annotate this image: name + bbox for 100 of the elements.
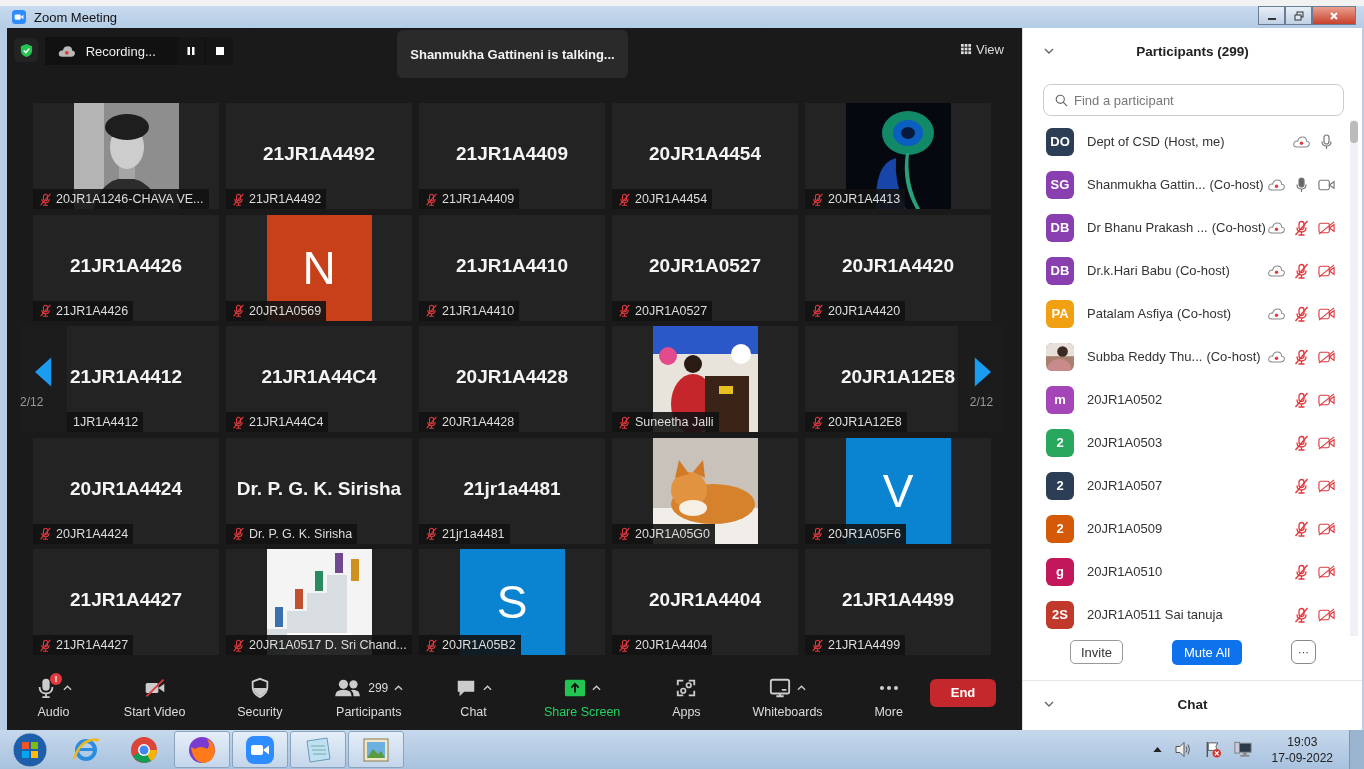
participant-row[interactable]: 2 20JR1A0509 (1023, 507, 1350, 550)
taskbar-button[interactable] (348, 731, 404, 768)
taskbar-button[interactable] (174, 731, 230, 768)
participant-row[interactable]: 2 20JR1A0507 (1023, 464, 1350, 507)
video-tile[interactable]: 21JR1A44C4 21JR1A44C4 (226, 326, 412, 432)
video-tile[interactable]: Suneetha Jalli (612, 326, 798, 432)
stop-button[interactable] (206, 37, 233, 65)
participant-row[interactable]: PA Patalam Asfiya (Co-host) (1023, 292, 1350, 335)
video-tile[interactable]: 21JR1A4427 21JR1A4427 (33, 549, 219, 655)
chevron-down-icon[interactable] (1044, 48, 1054, 54)
video-off-icon[interactable] (1318, 305, 1335, 322)
tile-name-label: 20JR1A4413 (828, 192, 901, 206)
muted-mic-icon (425, 192, 438, 206)
video-tile[interactable]: 20JR1A0517 D. Sri Chand... (226, 549, 412, 655)
video-tile[interactable]: S 20JR1A05B2 (419, 549, 605, 655)
video-tile[interactable]: 21JR1A4410 21JR1A4410 (419, 214, 605, 321)
clock-date: 17-09-2022 (1271, 749, 1333, 766)
view-button[interactable]: View (959, 40, 1006, 59)
video-off-icon[interactable] (1318, 219, 1335, 236)
close-button[interactable] (1312, 6, 1356, 25)
avatar: m (1046, 385, 1074, 414)
search-field[interactable]: Find a participant (1043, 84, 1344, 116)
avatar: g (1046, 557, 1074, 586)
apps-button[interactable]: Apps (668, 674, 705, 721)
video-tile[interactable]: 20JR1A4413 (805, 103, 991, 209)
participant-row[interactable]: Subba Reddy Thu... (Co-host) (1023, 335, 1350, 378)
muted-mic-icon (425, 415, 438, 429)
end-button[interactable]: End (930, 678, 996, 707)
caret-icon[interactable] (63, 684, 72, 691)
tile-name-label: 21JR1A4426 (56, 303, 129, 318)
participant-name: 20JR1A4420 (842, 254, 954, 277)
caret-icon[interactable] (483, 684, 493, 691)
video-off-icon[interactable] (1318, 520, 1335, 537)
mute-all-button[interactable]: Mute All (1171, 639, 1243, 665)
participant-row[interactable]: 2 20JR1A0503 (1023, 421, 1350, 464)
show-hidden-icons[interactable] (1152, 747, 1162, 752)
video-tile[interactable]: Dr. P. G. K. Sirisha Dr. P. G. K. Sirisha (226, 437, 412, 544)
security-button[interactable]: Security (233, 674, 287, 721)
video-tile[interactable]: 20JR1A4404 20JR1A4404 (612, 549, 798, 655)
video-tile[interactable]: 21JR1A4409 21JR1A4409 (419, 103, 605, 209)
scrollbar-thumb[interactable] (1350, 121, 1358, 143)
video-tile[interactable]: 20JR1A4428 20JR1A4428 (419, 326, 605, 432)
video-tile[interactable]: 21JR1A4492 21JR1A4492 (226, 103, 412, 209)
video-off-icon[interactable] (1318, 563, 1335, 580)
video-off-icon[interactable] (1318, 477, 1335, 494)
video-tile[interactable]: 21JR1A4426 21JR1A4426 (33, 214, 219, 321)
video-tile[interactable]: 21JR1A4412 1JR1A4412 (67, 326, 219, 432)
caret-icon[interactable] (394, 684, 404, 691)
clock[interactable]: 19:03 17-09-2022 (1271, 733, 1333, 766)
network-icon[interactable] (1233, 741, 1252, 758)
muted-mic-icon (1293, 348, 1310, 365)
more-button[interactable]: More (870, 674, 907, 721)
participant-name: 20JR1A0503 (1087, 435, 1163, 450)
video-off-icon[interactable] (1318, 262, 1335, 279)
more-options-button[interactable]: ··· (1291, 640, 1316, 664)
avatar: DO (1046, 127, 1074, 156)
speaker-icon[interactable] (1173, 741, 1192, 758)
muted-mic-icon (811, 304, 824, 317)
video-button[interactable]: Start Video (119, 674, 190, 721)
video-tile[interactable]: V 20JR1A05F6 (805, 437, 991, 544)
video-tile[interactable]: N 20JR1A0569 (226, 214, 412, 321)
participant-row[interactable]: g 20JR1A0510 (1023, 550, 1350, 593)
video-tile[interactable]: 20JR1A4420 20JR1A4420 (805, 214, 991, 321)
video-tile[interactable]: 20JR1A4454 20JR1A4454 (612, 103, 798, 209)
whiteboard-icon (769, 676, 792, 699)
share-button[interactable]: Share Screen (539, 674, 625, 721)
participant-row[interactable]: DO Dept of CSD (Host, me) (1023, 120, 1350, 163)
participants-button[interactable]: 299 Participants (330, 674, 408, 721)
taskbar-button[interactable] (232, 731, 288, 768)
participant-row[interactable]: m 20JR1A0502 (1023, 378, 1350, 421)
video-tile[interactable]: 21JR1A4499 21JR1A4499 (805, 549, 991, 655)
invite-button[interactable]: Invite (1070, 640, 1124, 664)
participant-row[interactable]: SG Shanmukha Gattin... (Co-host) (1023, 163, 1350, 206)
participant-row[interactable]: DB Dr Bhanu Prakash ... (Co-host) (1023, 206, 1350, 249)
restore-button[interactable] (1285, 6, 1312, 25)
video-tile[interactable]: 20JR1A4424 20JR1A4424 (33, 437, 219, 544)
video-tile[interactable]: 20JR1A12E8 20JR1A12E8 (805, 326, 958, 432)
scrollbar[interactable] (1350, 120, 1358, 636)
audio-button[interactable]: ! Audio (31, 674, 76, 721)
right-arrow-icon (972, 357, 991, 387)
participant-role: (Host, me) (1164, 134, 1225, 149)
video-off-icon[interactable] (1318, 434, 1335, 451)
video-tile[interactable]: 20JR1A05G0 (612, 437, 798, 544)
video-tile[interactable]: 20JR1A1246-CHAVA VE... (33, 103, 219, 209)
participant-row[interactable]: 2S 20JR1A0511 Sai tanuja (1023, 593, 1350, 636)
muted-mic-icon (618, 527, 631, 540)
pause-button[interactable] (178, 37, 205, 65)
video-off-icon[interactable] (1318, 606, 1335, 623)
encryption-badge[interactable] (14, 38, 38, 62)
video-off-icon[interactable] (1318, 348, 1335, 365)
chevron-down-icon[interactable] (1044, 701, 1054, 707)
video-tile[interactable]: 20JR1A0527 20JR1A0527 (612, 214, 798, 321)
video-off-icon[interactable] (1318, 391, 1335, 408)
participant-row[interactable]: DB Dr.k.Hari Babu (Co-host) (1023, 249, 1350, 292)
video-tile[interactable]: 21jr1a4481 21jr1a4481 (419, 437, 605, 544)
chat-button[interactable]: Chat (451, 674, 497, 721)
caret-icon[interactable] (591, 684, 601, 691)
minimize-button[interactable] (1258, 6, 1285, 25)
whiteboards-button[interactable]: Whiteboards (748, 674, 827, 721)
caret-icon[interactable] (797, 684, 807, 691)
